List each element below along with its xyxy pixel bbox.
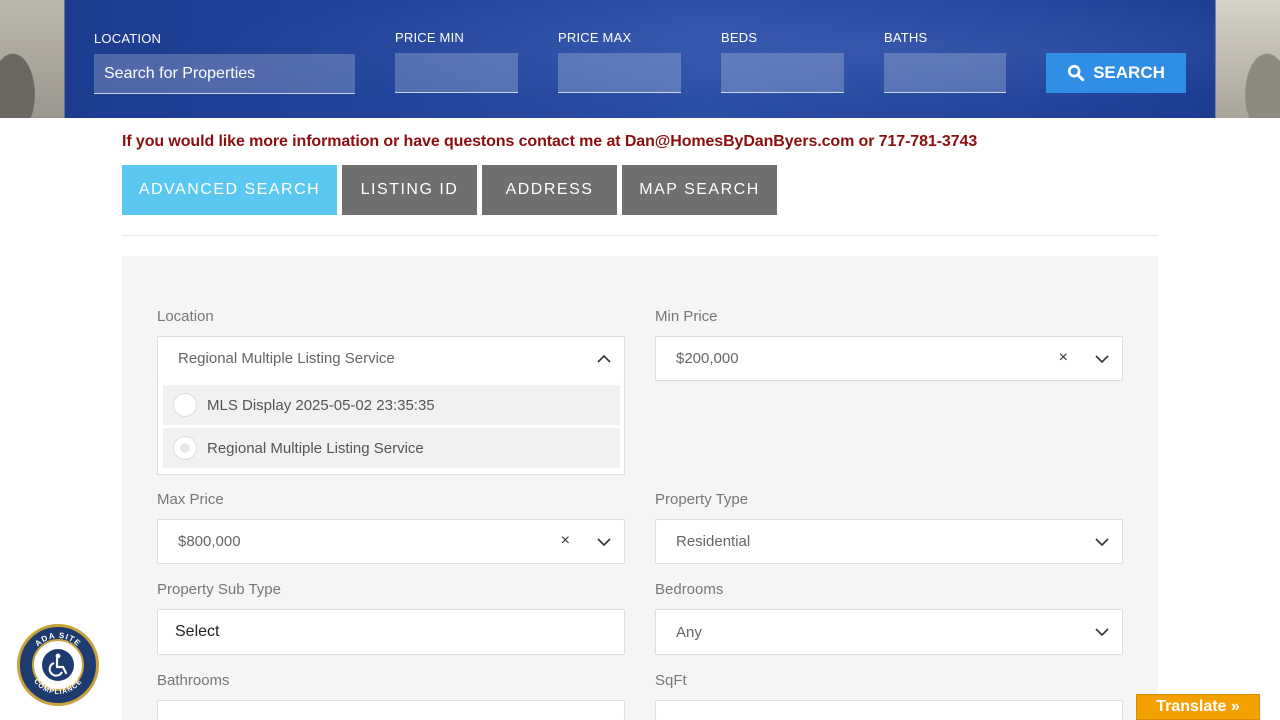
hero-search-band: LOCATION PRICE MIN PRICE MAX BEDS BATHS … [0, 0, 1280, 118]
chevron-up-icon [597, 354, 611, 363]
max-price-label: Max Price [157, 491, 224, 508]
search-button[interactable]: SEARCH [1046, 53, 1186, 93]
location-label: LOCATION [94, 31, 162, 46]
location-field-label: Location [157, 308, 214, 325]
search-button-label: SEARCH [1093, 63, 1165, 82]
location-option-label: MLS Display 2025-05-02 23:35:35 [207, 396, 435, 414]
property-type-select[interactable]: Residential [655, 519, 1123, 564]
translate-button[interactable]: Translate » [1136, 694, 1260, 720]
property-sub-type-value: Select [175, 623, 220, 640]
svg-text:COMPLIANCE: COMPLIANCE [32, 678, 84, 696]
bathrooms-label: Bathrooms [157, 672, 230, 689]
bedrooms-label: Bedrooms [655, 581, 724, 598]
max-price-select[interactable]: $800,000 × [157, 519, 625, 564]
sqft-select[interactable] [655, 700, 1123, 720]
clear-icon[interactable]: × [1059, 349, 1068, 367]
radio-checked-icon [173, 436, 197, 460]
ada-top-text: ADA SITE [33, 631, 82, 648]
baths-input[interactable] [884, 53, 1006, 93]
tab-map-search[interactable]: MAP SEARCH [622, 165, 777, 215]
contact-message: If you would like more information or ha… [122, 133, 978, 150]
chevron-down-icon [1095, 538, 1109, 547]
tab-listing-id[interactable]: LISTING ID [342, 165, 477, 215]
beds-label: BEDS [721, 30, 758, 45]
location-option[interactable]: Regional Multiple Listing Service [163, 428, 620, 468]
sqft-label: SqFt [655, 672, 687, 689]
location-search-input[interactable] [94, 54, 355, 94]
min-price-label: Min Price [655, 308, 718, 325]
min-price-value: $200,000 [676, 350, 739, 367]
tab-address[interactable]: ADDRESS [482, 165, 617, 215]
price-max-input[interactable] [558, 53, 681, 93]
max-price-value: $800,000 [178, 533, 241, 550]
location-select[interactable]: Regional Multiple Listing Service [157, 336, 625, 381]
location-select-value: Regional Multiple Listing Service [178, 350, 395, 367]
bedrooms-select[interactable]: Any [655, 609, 1123, 655]
svg-text:ADA SITE: ADA SITE [33, 631, 83, 648]
location-option-label: Regional Multiple Listing Service [207, 439, 424, 457]
property-type-value: Residential [676, 533, 751, 550]
tabs-divider [122, 235, 1158, 236]
price-min-label: PRICE MIN [395, 30, 464, 45]
property-sub-type-select[interactable]: Select [157, 609, 625, 655]
chevron-down-icon [597, 538, 611, 547]
chevron-down-icon [1095, 355, 1109, 364]
beds-input[interactable] [721, 53, 844, 93]
min-price-select[interactable]: $200,000 × [655, 336, 1123, 381]
clear-icon[interactable]: × [561, 532, 570, 550]
ada-compliance-badge[interactable]: ADA SITE COMPLIANCE [17, 624, 99, 706]
bedrooms-value: Any [676, 623, 702, 641]
search-icon [1067, 64, 1085, 82]
bathrooms-select[interactable] [157, 700, 625, 720]
chevron-down-icon [1095, 628, 1109, 637]
ada-bottom-text: COMPLIANCE [32, 678, 83, 696]
property-type-label: Property Type [655, 491, 749, 508]
location-dropdown-menu: MLS Display 2025-05-02 23:35:35 Regional… [157, 380, 625, 475]
hero-background-left [0, 0, 64, 118]
tab-advanced-search[interactable]: ADVANCED SEARCH [122, 165, 337, 215]
hero-background-right [1216, 0, 1280, 118]
baths-label: BATHS [884, 30, 928, 45]
radio-icon [173, 393, 197, 417]
ada-badge-ring: ADA SITE COMPLIANCE [32, 631, 84, 696]
price-min-input[interactable] [395, 53, 518, 93]
property-sub-type-label: Property Sub Type [157, 581, 281, 598]
price-max-label: PRICE MAX [558, 30, 632, 45]
location-option[interactable]: MLS Display 2025-05-02 23:35:35 [163, 385, 620, 425]
